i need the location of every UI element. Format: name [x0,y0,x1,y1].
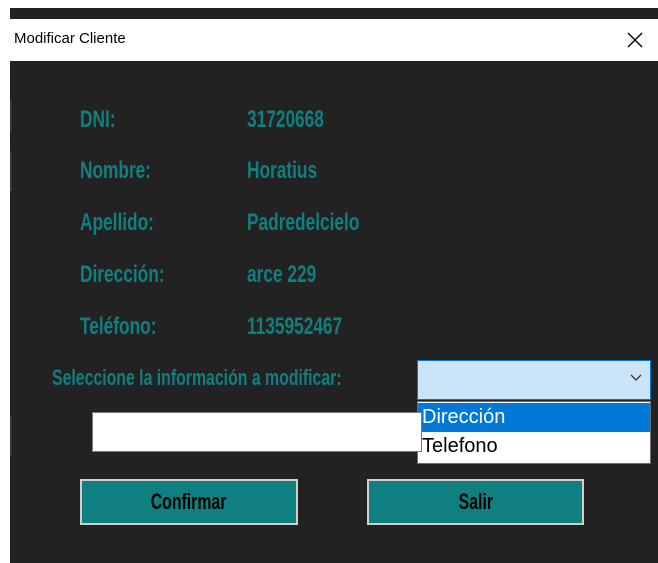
apellido-label: Apellido: [80,209,154,236]
window-title: Modificar Cliente [14,30,126,47]
apellido-value: Padredelcielo [247,209,360,236]
option-direccion[interactable]: Dirección [418,403,650,432]
confirm-button-label: Confirmar [151,489,227,514]
exit-button-label: Salir [458,489,493,514]
telefono-value: 1135952467 [247,313,343,340]
telefono-label: Teléfono: [80,313,157,340]
dni-label: DNI: [80,106,116,133]
nombre-label: Nombre: [80,157,152,184]
title-bar: Modificar Cliente [10,19,658,61]
form-area: DNI: 31720668 Nombre: Horatius Apellido:… [10,61,658,563]
edge-divider [10,416,12,456]
chevron-down-icon [630,374,642,381]
close-button[interactable] [612,19,658,61]
nombre-value: Horatius [247,157,318,184]
field-select[interactable] [417,360,651,400]
exit-button[interactable]: Salir [367,479,584,525]
field-select-dropdown: Dirección Telefono [417,401,651,464]
selector-prompt: Seleccione la información a modificar: [52,365,342,390]
edge-divider [10,101,12,131]
confirm-button[interactable]: Confirmar [80,479,298,525]
close-icon [627,32,643,48]
direccion-label: Dirección: [80,261,165,288]
option-telefono[interactable]: Telefono [418,432,650,461]
direccion-value: arce 229 [247,261,317,288]
new-value-input[interactable] [92,412,422,452]
edge-divider [10,151,12,191]
dni-value: 31720668 [247,106,324,133]
